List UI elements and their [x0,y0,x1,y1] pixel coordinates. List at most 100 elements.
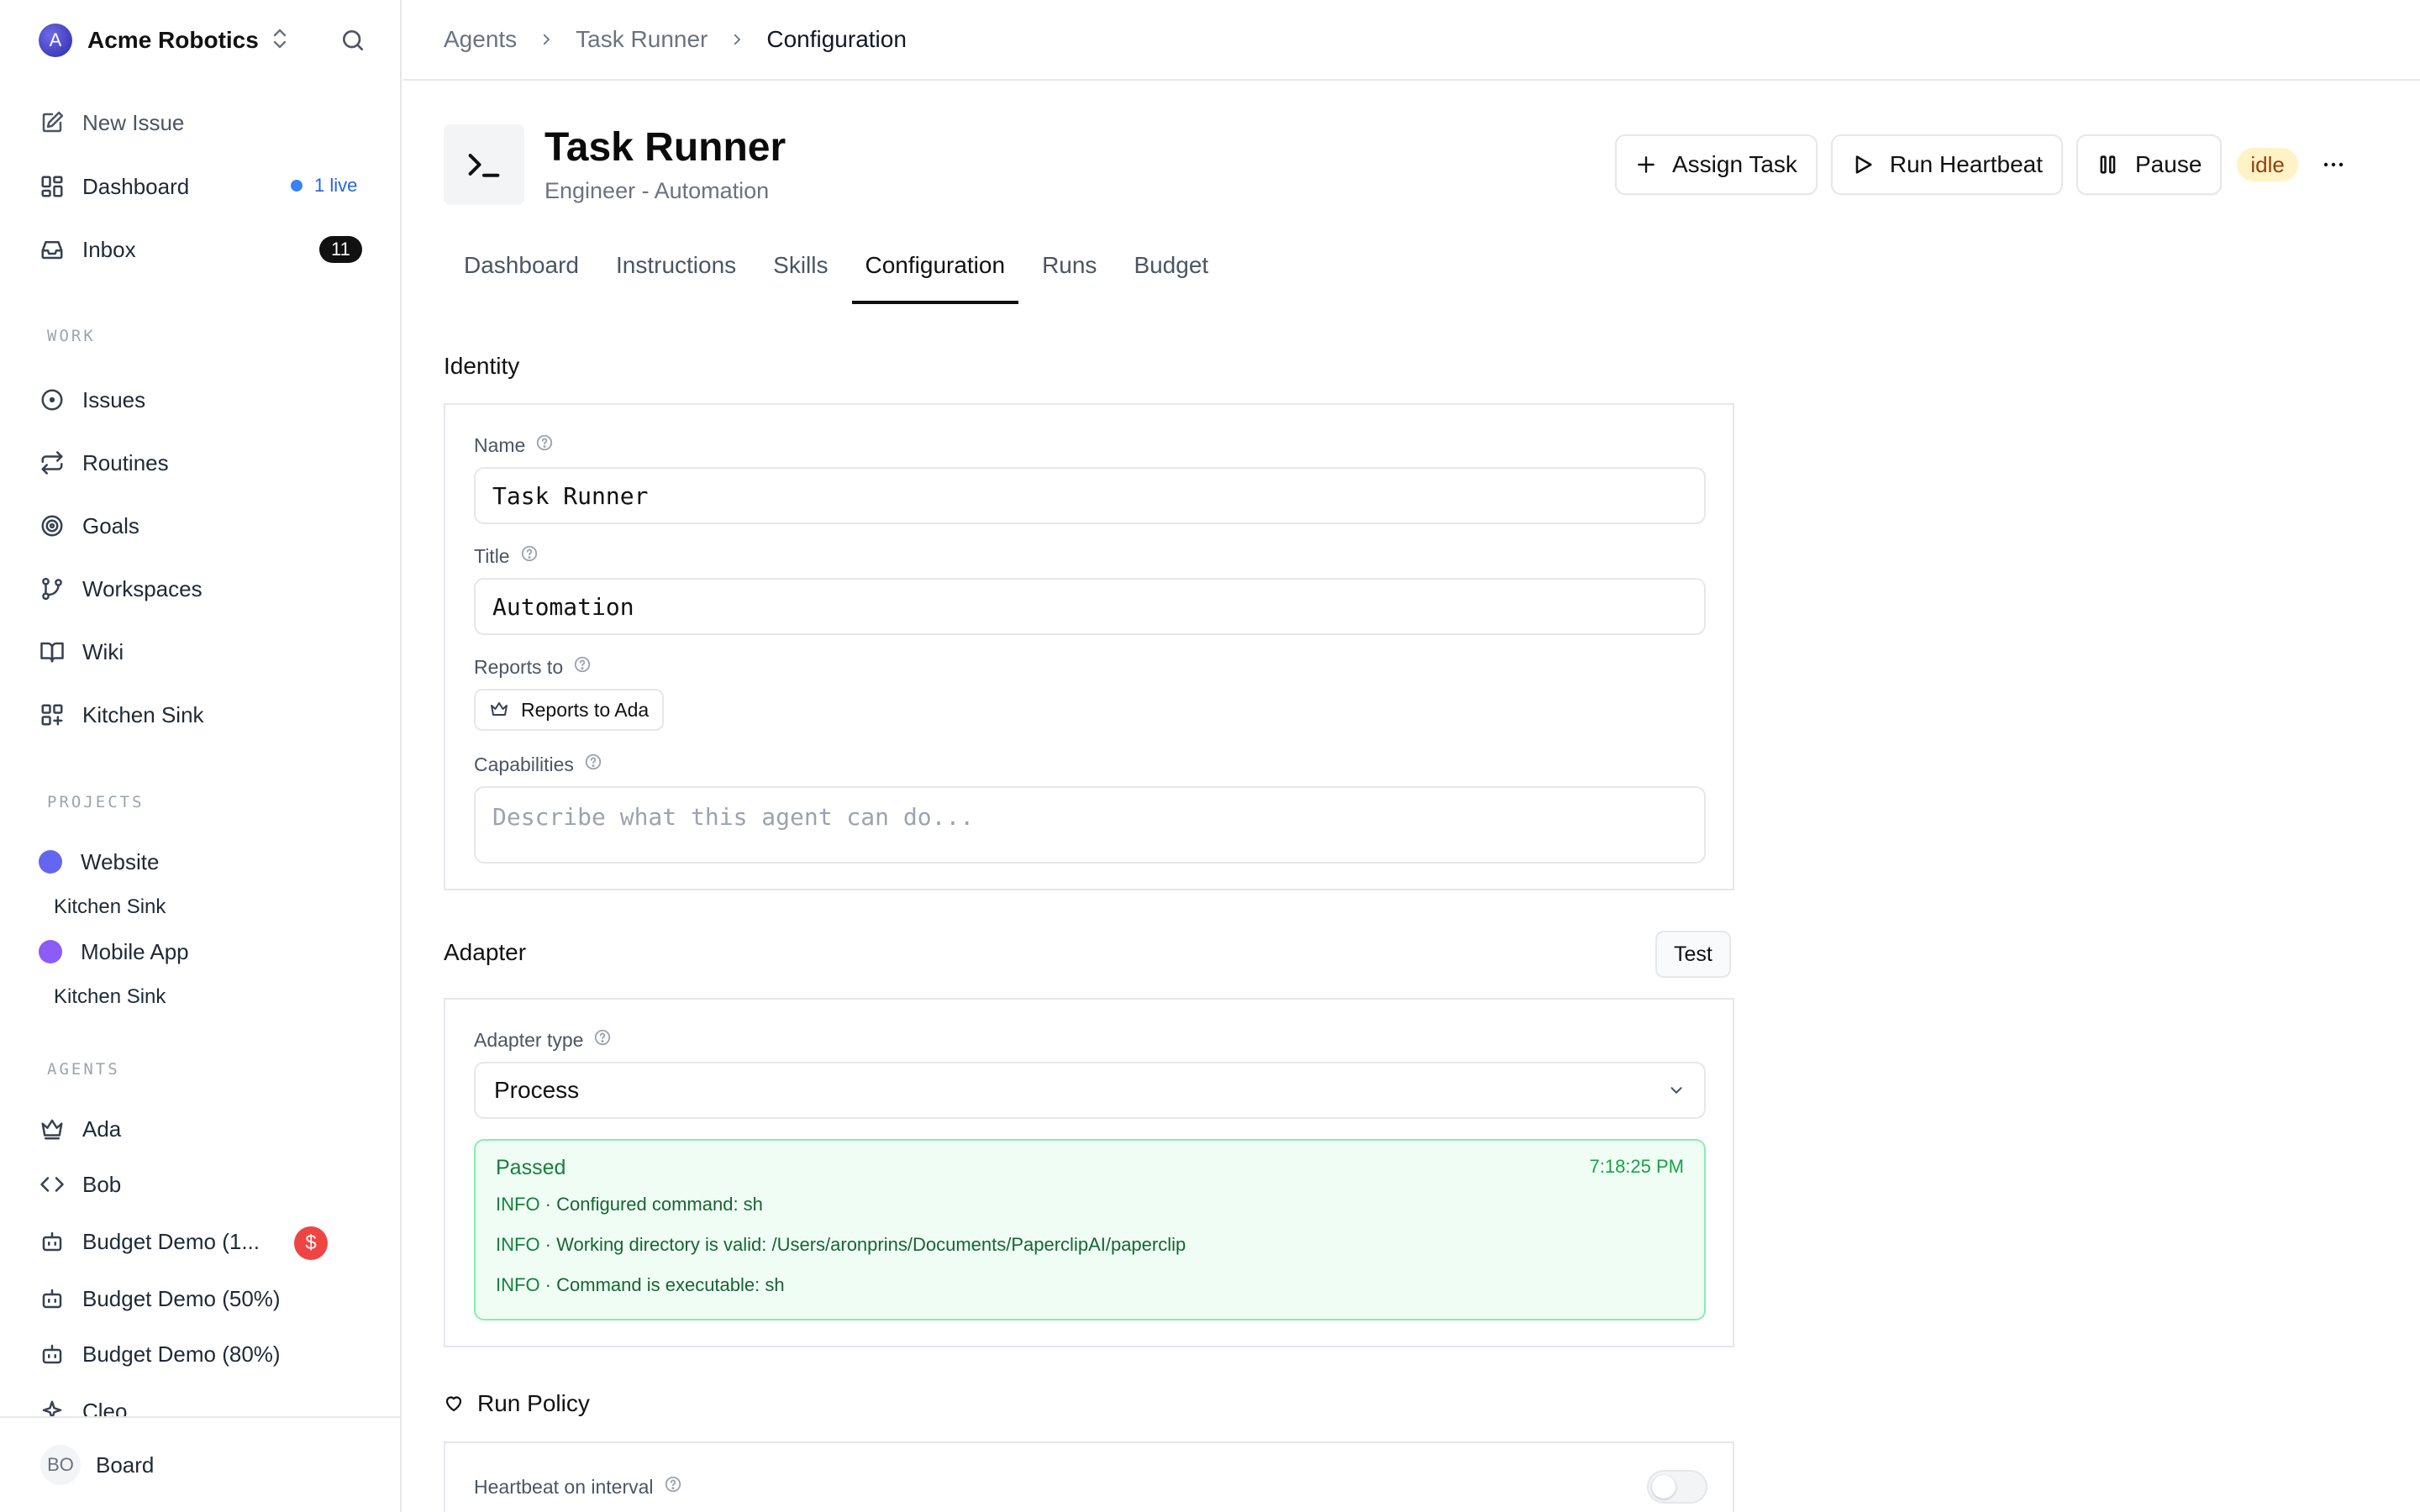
help-circle-icon[interactable] [520,544,539,568]
grid-plus-icon [39,701,66,728]
adapter-section-title: Adapter [444,939,527,965]
sidebar-subitem-kitchen-sink[interactable]: Kitchen Sink [54,985,166,1009]
chevron-right-icon [539,32,554,47]
help-circle-icon[interactable] [664,1475,682,1499]
test-timestamp: 7:18:25 PM [1589,1156,1684,1177]
tab-runs[interactable]: Runs [1028,252,1110,304]
book-icon [39,638,66,665]
tab-skills[interactable]: Skills [760,252,841,304]
help-circle-icon[interactable] [584,753,602,776]
tab-budget[interactable]: Budget [1120,252,1222,304]
live-dot [291,180,302,192]
help-circle-icon[interactable] [593,1028,612,1052]
heartbeat-interval-toggle[interactable] [1647,1470,1707,1504]
tab-configuration[interactable]: Configuration [851,252,1019,304]
sidebar-item-dashboard[interactable]: Dashboard [39,170,189,203]
sidebar-item-kitchen-sink[interactable]: Kitchen Sink [39,698,204,732]
org-logo: A [39,24,72,57]
sidebar: A Acme Robotics New Issue Dashboard 1 li… [0,0,402,1512]
adapter-type-field-label: Adapter type [474,1028,612,1052]
sidebar-item-wiki[interactable]: Wiki [39,635,124,669]
tab-dashboard[interactable]: Dashboard [450,252,592,304]
section-label-projects: PROJECTS [47,793,145,811]
org-switcher[interactable]: A Acme Robotics [39,24,289,57]
nav-label: Mobile App [81,938,189,964]
target-icon [39,512,66,539]
sidebar-item-goals[interactable]: Goals [39,509,139,543]
plus-icon [1638,156,1655,173]
sidebar-item-routines[interactable]: Routines [39,446,169,480]
chevron-right-icon [729,32,744,47]
bot-icon [39,1285,66,1312]
project-color-dot [39,850,62,874]
crown-icon [491,702,508,716]
new-issue-button[interactable]: New Issue [39,106,184,139]
adapter-card: Adapter type Process Passed 7:18:25 PM I… [444,998,1734,1347]
agent-subtitle: Engineer - Automation [544,178,770,203]
log-level: INFO [496,1194,540,1215]
edit-icon [39,109,66,136]
nav-label: Kitchen Sink [82,701,204,727]
name-input[interactable]: Task Runner [474,467,1706,524]
project-color-dot [39,940,62,963]
live-badge: 1 live [291,175,357,197]
sidebar-item-agent-budget-demo-50[interactable]: Budget Demo (50%) [39,1282,281,1315]
capabilities-textarea[interactable] [474,786,1706,864]
sidebar-footer[interactable]: BO Board [0,1416,400,1512]
test-adapter-button[interactable]: Test [1655,931,1731,978]
budget-alert-badge: $ [294,1226,328,1260]
log-line: INFO · Configured command: sh [496,1194,763,1215]
run-heartbeat-button[interactable]: Run Heartbeat [1830,134,2063,195]
nav-label: Budget Demo (80%) [82,1341,281,1367]
pause-button[interactable]: Pause [2076,134,2223,195]
label-text: Title [474,544,510,567]
dashboard-icon [39,173,66,200]
assign-task-label: Assign Task [1672,151,1797,177]
play-icon [1855,155,1872,174]
code-icon [39,1171,66,1198]
label-text: Adapter type [474,1028,584,1051]
sidebar-item-inbox[interactable]: Inbox [39,233,136,266]
live-badge-text: 1 live [314,175,358,196]
sidebar-item-agent-budget-demo-80[interactable]: Budget Demo (80%) [39,1337,281,1371]
capabilities-field-label: Capabilities [474,753,602,776]
sidebar-item-workspaces[interactable]: Workspaces [39,572,203,606]
run-heartbeat-label: Run Heartbeat [1889,151,2043,177]
help-circle-icon[interactable] [573,655,592,679]
avatar: BO [40,1445,81,1485]
breadcrumb-configuration: Configuration [766,26,907,52]
log-level: INFO [496,1274,540,1295]
nav-label: Website [81,848,160,874]
name-field-label: Name [474,433,554,457]
reports-to-select[interactable]: Reports to Ada [474,689,665,731]
help-circle-icon[interactable] [535,433,554,457]
sidebar-item-issues[interactable]: Issues [39,383,145,417]
title-input[interactable]: Automation [474,578,1706,635]
search-icon[interactable] [339,27,366,58]
org-name: Acme Robotics [87,27,259,53]
board-label: Board [96,1452,155,1478]
breadcrumb: Agents Task Runner Configuration [403,0,2420,81]
inbox-icon [39,236,66,263]
sidebar-item-agent-budget-demo-1[interactable]: Budget Demo (1... [39,1225,260,1258]
chevron-down-icon [1670,1087,1682,1094]
nav-label: Goals [82,512,139,538]
sidebar-item-agent-bob[interactable]: Bob [39,1168,121,1201]
sidebar-item-project-website[interactable]: Website [39,845,159,879]
sidebar-item-project-mobile-app[interactable]: Mobile App [39,935,189,969]
breadcrumb-agents[interactable]: Agents [444,26,517,53]
tab-instructions[interactable]: Instructions [602,252,750,304]
sidebar-subitem-kitchen-sink[interactable]: Kitchen Sink [54,895,166,919]
title-field-label: Title [474,544,539,568]
agent-actions: Assign Task Run Heartbeat Pause idle [1615,134,2344,195]
more-options-icon[interactable] [2323,161,2344,168]
section-label-agents: AGENTS [47,1060,120,1079]
adapter-type-select[interactable]: Process [474,1062,1706,1119]
crown-icon [39,1116,66,1142]
sidebar-item-agent-ada[interactable]: Ada [39,1112,121,1146]
assign-task-button[interactable]: Assign Task [1615,134,1818,195]
identity-card: Name Task Runner Title Automation Report… [444,403,1734,890]
breadcrumb-task-runner[interactable]: Task Runner [576,26,708,53]
nav-label: Dashboard [82,173,190,199]
terminal-icon [444,124,524,205]
